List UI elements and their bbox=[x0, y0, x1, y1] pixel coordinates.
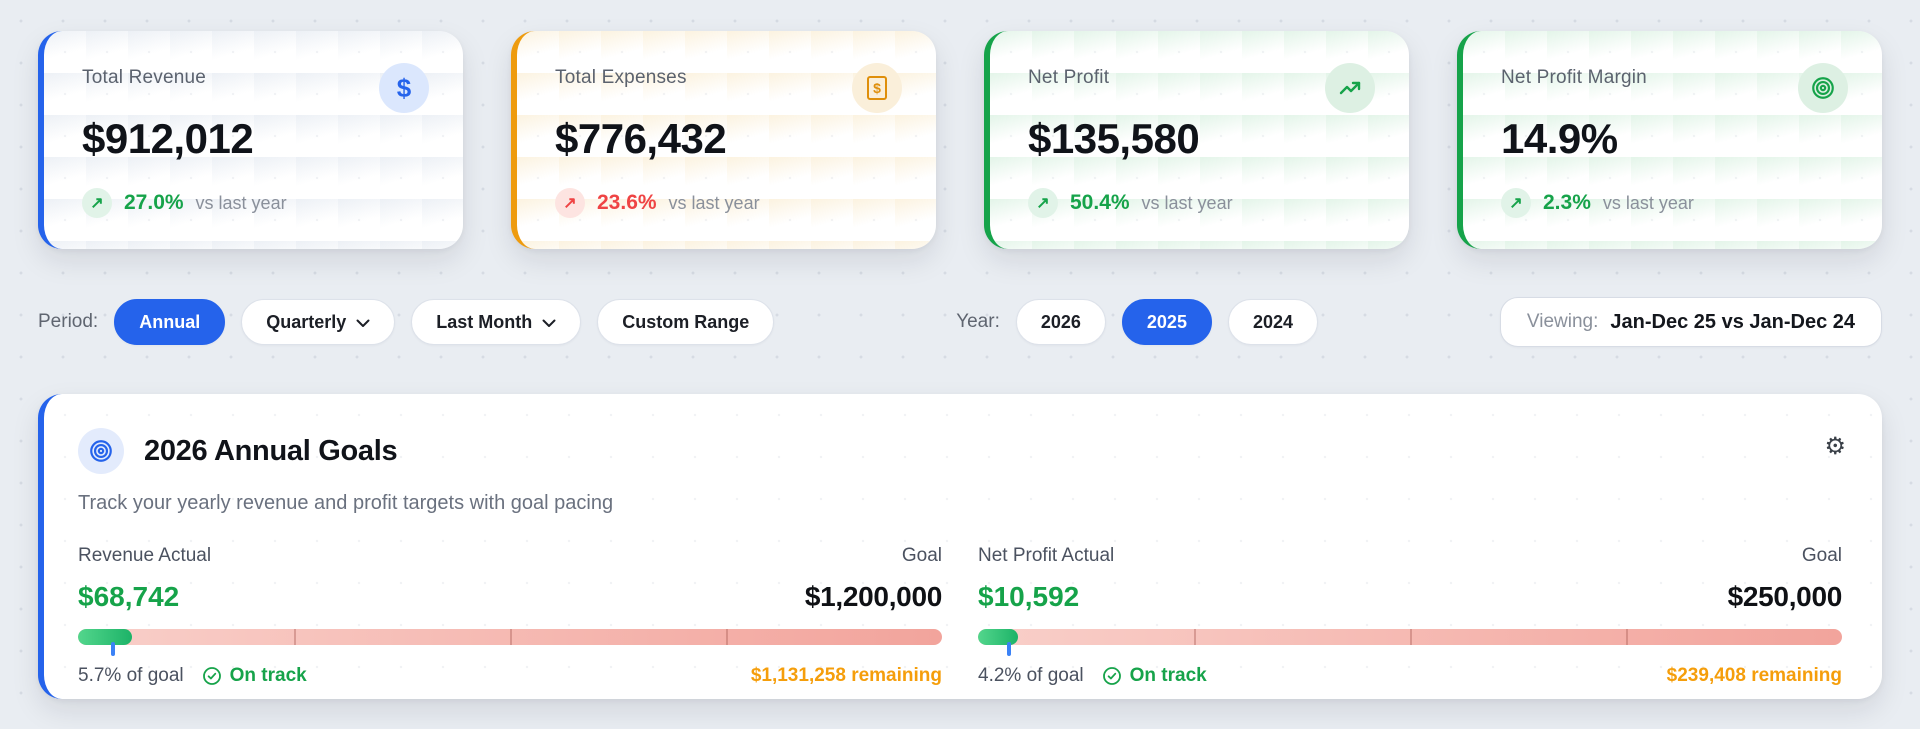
status-badge: On track bbox=[1102, 665, 1207, 687]
kpi-label: Net Profit Margin bbox=[1501, 67, 1647, 88]
trend-percent: 2.3% bbox=[1543, 191, 1591, 214]
period-button-annual[interactable]: Annual bbox=[114, 299, 226, 345]
goals-header: 2026 Annual Goals bbox=[78, 428, 1842, 474]
pace-marker bbox=[1007, 642, 1012, 656]
kpi-trend: ↗ 23.6% vs last year bbox=[555, 188, 898, 218]
net-profit-goal-section: Net Profit Actual Goal $10,592 $250,000 bbox=[978, 545, 1842, 687]
revenue-goal-section: Revenue Actual Goal $68,742 $1,200,000 5… bbox=[78, 545, 942, 687]
trend-caption: vs last year bbox=[668, 192, 760, 213]
target-icon bbox=[1798, 63, 1848, 113]
net-profit-progress-bar bbox=[978, 629, 1842, 657]
goal-amount: $250,000 bbox=[1727, 581, 1843, 612]
period-button-last-month[interactable]: Last Month bbox=[411, 299, 582, 345]
remaining-amount: $239,408 remaining bbox=[1666, 665, 1842, 686]
goal-label: Goal bbox=[1801, 545, 1842, 566]
kpi-row: Total Revenue $ $912,012 ↗ 27.0% vs last… bbox=[38, 31, 1882, 249]
period-button-custom-range[interactable]: Custom Range bbox=[597, 299, 775, 345]
trend-up-arrow-icon: ↗ bbox=[82, 188, 112, 218]
trend-up-arrow-icon: ↗ bbox=[555, 188, 585, 218]
year-label: Year: bbox=[956, 311, 1000, 332]
pace-marker bbox=[110, 642, 115, 656]
viewing-range-display[interactable]: Viewing: Jan-Dec 25 vs Jan-Dec 24 bbox=[1499, 297, 1882, 347]
viewing-label: Viewing: bbox=[1526, 311, 1599, 332]
kpi-label: Total Revenue bbox=[82, 67, 207, 88]
kpi-trend: ↗ 27.0% vs last year bbox=[82, 188, 425, 218]
check-circle-icon bbox=[202, 667, 221, 685]
filter-row: Period: Annual Quarterly Last Month Cust… bbox=[38, 297, 1882, 347]
kpi-card-total-expenses: Total Expenses $ $776,432 ↗ 23.6% vs las… bbox=[511, 31, 936, 249]
trend-caption: vs last year bbox=[1141, 192, 1233, 213]
year-button-2025[interactable]: 2025 bbox=[1121, 299, 1212, 345]
period-button-quarterly[interactable]: Quarterly bbox=[241, 299, 396, 345]
kpi-trend: ↗ 2.3% vs last year bbox=[1501, 188, 1844, 218]
trend-percent: 50.4% bbox=[1070, 191, 1130, 214]
goals-subtitle: Track your yearly revenue and profit tar… bbox=[78, 492, 614, 514]
period-label: Period: bbox=[38, 311, 99, 332]
goals-grid: Revenue Actual Goal $68,742 $1,200,000 5… bbox=[78, 545, 1842, 687]
actual-label: Net Profit Actual bbox=[978, 545, 1115, 566]
goal-amount: $1,200,000 bbox=[804, 581, 942, 612]
progress-fill bbox=[978, 629, 1018, 645]
receipt-icon: $ bbox=[852, 63, 902, 113]
status-badge: On track bbox=[202, 665, 307, 687]
trend-up-arrow-icon: ↗ bbox=[1501, 188, 1531, 218]
trend-percent: 23.6% bbox=[597, 191, 657, 214]
goal-label: Goal bbox=[901, 545, 942, 566]
actual-label: Revenue Actual bbox=[78, 545, 212, 566]
target-icon bbox=[78, 428, 124, 474]
actual-amount: $10,592 bbox=[978, 581, 1080, 612]
percent-of-goal: 5.7% of goal bbox=[78, 665, 184, 686]
year-button-2024[interactable]: 2024 bbox=[1227, 299, 1318, 345]
kpi-value: 14.9% bbox=[1501, 115, 1618, 162]
percent-of-goal: 4.2% of goal bbox=[978, 665, 1084, 686]
kpi-card-net-profit: Net Profit $135,580 ↗ 50.4% vs last year bbox=[984, 31, 1409, 249]
kpi-value: $135,580 bbox=[1028, 115, 1200, 162]
year-options: 2026 2025 2024 bbox=[1015, 299, 1318, 345]
check-circle-icon bbox=[1102, 667, 1121, 685]
trending-up-icon bbox=[1325, 63, 1375, 113]
trend-caption: vs last year bbox=[1602, 192, 1694, 213]
dashboard-page: Total Revenue $ $912,012 ↗ 27.0% vs last… bbox=[0, 0, 1920, 699]
kpi-value: $912,012 bbox=[82, 115, 254, 162]
chevron-down-icon bbox=[542, 319, 556, 328]
revenue-progress-bar bbox=[78, 629, 942, 657]
progress-fill bbox=[78, 629, 132, 645]
dollar-icon: $ bbox=[379, 63, 429, 113]
kpi-label: Net Profit bbox=[1028, 67, 1110, 88]
kpi-label: Total Expenses bbox=[555, 67, 687, 88]
kpi-card-total-revenue: Total Revenue $ $912,012 ↗ 27.0% vs last… bbox=[38, 31, 463, 249]
remaining-amount: $1,131,258 remaining bbox=[750, 665, 942, 686]
trend-caption: vs last year bbox=[195, 192, 287, 213]
gear-icon[interactable]: ⚙ bbox=[1824, 434, 1846, 458]
kpi-card-net-profit-margin: Net Profit Margin 14.9% ↗ 2.3% vs last y… bbox=[1457, 31, 1882, 249]
chevron-down-icon bbox=[356, 319, 370, 328]
kpi-value: $776,432 bbox=[555, 115, 727, 162]
kpi-trend: ↗ 50.4% vs last year bbox=[1028, 188, 1371, 218]
goals-title: 2026 Annual Goals bbox=[144, 434, 398, 467]
annual-goals-card: 2026 Annual Goals ⚙ Track your yearly re… bbox=[38, 394, 1882, 699]
actual-amount: $68,742 bbox=[78, 581, 180, 612]
trend-up-arrow-icon: ↗ bbox=[1028, 188, 1058, 218]
year-button-2026[interactable]: 2026 bbox=[1015, 299, 1106, 345]
period-options: Annual Quarterly Last Month Custom Range bbox=[114, 299, 775, 345]
trend-percent: 27.0% bbox=[124, 191, 184, 214]
viewing-value: Jan-Dec 25 vs Jan-Dec 24 bbox=[1610, 310, 1855, 333]
